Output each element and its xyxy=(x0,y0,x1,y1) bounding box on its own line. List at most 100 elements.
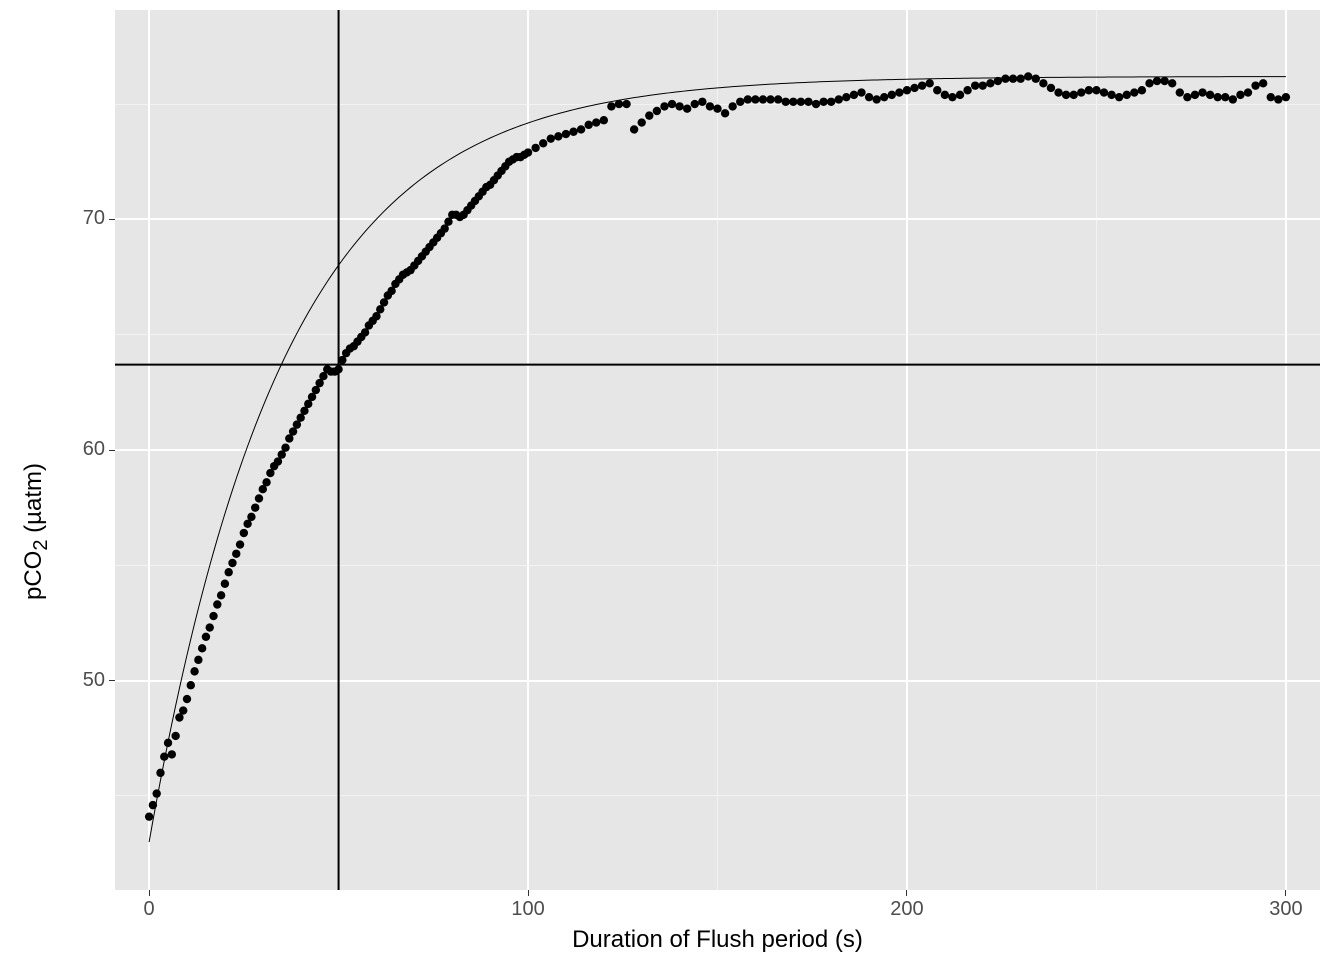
data-point xyxy=(236,540,244,548)
data-point xyxy=(228,559,236,567)
data-point xyxy=(1221,93,1229,101)
data-point xyxy=(232,550,240,558)
data-point xyxy=(872,95,880,103)
data-point xyxy=(1138,86,1146,94)
data-point xyxy=(751,95,759,103)
data-point xyxy=(262,478,270,486)
data-point xyxy=(721,109,729,117)
data-point xyxy=(1183,93,1191,101)
data-point xyxy=(1047,84,1055,92)
data-point xyxy=(251,503,259,511)
data-point xyxy=(554,132,562,140)
data-point xyxy=(209,612,217,620)
data-point xyxy=(1130,88,1138,96)
x-tick-label: 200 xyxy=(882,898,932,921)
data-point xyxy=(592,118,600,126)
data-point xyxy=(1016,75,1024,83)
data-point xyxy=(584,121,592,129)
data-point xyxy=(334,365,342,373)
data-point xyxy=(1069,91,1077,99)
data-point xyxy=(622,100,630,108)
data-point xyxy=(1039,79,1047,87)
data-point xyxy=(706,102,714,110)
data-point xyxy=(941,91,949,99)
data-point xyxy=(1001,75,1009,83)
data-point xyxy=(1274,95,1282,103)
data-point xyxy=(1267,93,1275,101)
data-point xyxy=(653,107,661,115)
data-point xyxy=(1160,77,1168,85)
data-point xyxy=(1206,91,1214,99)
data-point xyxy=(160,753,168,761)
data-point xyxy=(819,98,827,106)
chart-root: 0100200300506070 Duration of Flush perio… xyxy=(0,0,1344,960)
data-point xyxy=(1062,91,1070,99)
data-point xyxy=(1176,88,1184,96)
data-point xyxy=(736,98,744,106)
data-point xyxy=(577,125,585,133)
data-point xyxy=(880,93,888,101)
data-point xyxy=(668,100,676,108)
y-tick-label: 50 xyxy=(70,669,105,692)
data-point xyxy=(255,494,263,502)
data-point xyxy=(812,100,820,108)
data-point xyxy=(638,118,646,126)
data-point xyxy=(1115,93,1123,101)
data-point xyxy=(1244,88,1252,96)
data-point xyxy=(865,93,873,101)
data-point xyxy=(956,91,964,99)
x-tick-label: 100 xyxy=(503,898,553,921)
data-point xyxy=(213,600,221,608)
data-point xyxy=(1213,93,1221,101)
data-point xyxy=(562,130,570,138)
data-point xyxy=(850,91,858,99)
data-point xyxy=(744,95,752,103)
data-point xyxy=(986,79,994,87)
y-axis-title: pCO2 (µatm) xyxy=(20,463,53,600)
data-point xyxy=(198,644,206,652)
data-point xyxy=(713,105,721,113)
data-point xyxy=(1145,79,1153,87)
data-point xyxy=(1009,75,1017,83)
data-point xyxy=(202,633,210,641)
plot-svg-layer xyxy=(115,10,1320,890)
data-point xyxy=(1054,88,1062,96)
data-point xyxy=(948,93,956,101)
data-point xyxy=(789,98,797,106)
x-tick-label: 300 xyxy=(1261,898,1311,921)
data-point xyxy=(728,102,736,110)
data-point xyxy=(168,750,176,758)
data-point xyxy=(152,789,160,797)
data-point xyxy=(857,88,865,96)
data-point xyxy=(835,95,843,103)
data-point xyxy=(933,86,941,94)
data-point xyxy=(531,144,539,152)
data-point xyxy=(1032,75,1040,83)
data-point xyxy=(547,134,555,142)
data-point xyxy=(630,125,638,133)
data-point xyxy=(607,102,615,110)
data-point xyxy=(797,98,805,106)
data-point xyxy=(759,95,767,103)
data-point xyxy=(1236,91,1244,99)
data-point xyxy=(1282,93,1290,101)
data-point xyxy=(1024,72,1032,80)
data-point xyxy=(842,93,850,101)
data-point xyxy=(569,128,577,136)
data-point xyxy=(766,95,774,103)
data-point xyxy=(994,77,1002,85)
data-point xyxy=(683,105,691,113)
data-point xyxy=(1168,79,1176,87)
data-point xyxy=(524,148,532,156)
data-point xyxy=(963,86,971,94)
data-point xyxy=(1092,86,1100,94)
data-point xyxy=(895,88,903,96)
data-point xyxy=(1077,88,1085,96)
data-point xyxy=(164,739,172,747)
data-point xyxy=(247,513,255,521)
data-point xyxy=(827,98,835,106)
data-point xyxy=(149,801,157,809)
data-point xyxy=(206,623,214,631)
data-point xyxy=(240,529,248,537)
y-tick-label: 70 xyxy=(70,207,105,230)
